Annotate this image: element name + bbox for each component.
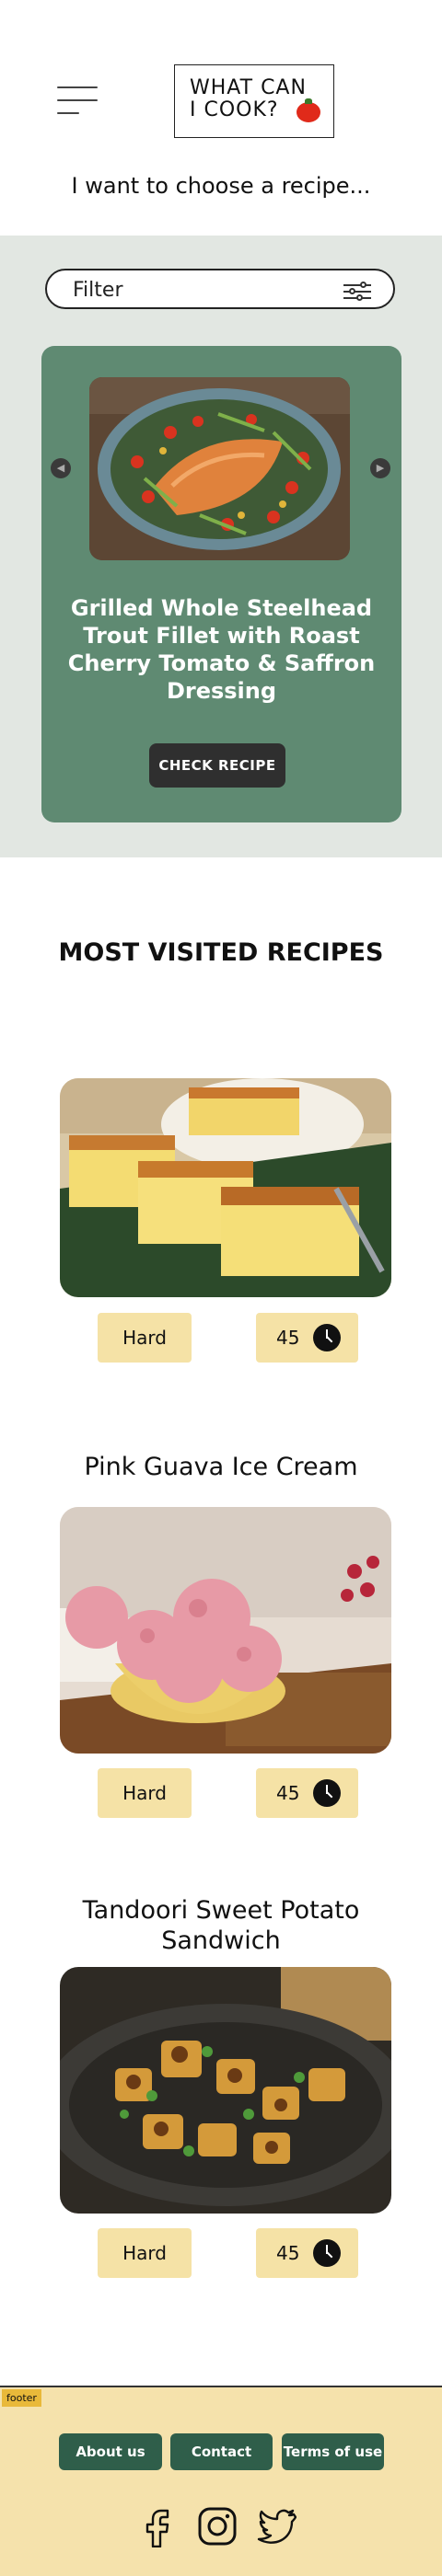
social-links	[0, 2505, 442, 2551]
recipe-title[interactable]: Tandoori Sweet Potato Sandwich	[37, 1895, 405, 1956]
featured-recipe-card: ◀ ▶ Grilled Whole Steelhead Trout Fillet…	[41, 346, 401, 822]
recipe-chooser-section: Filter ◀ ▶ Grilled Whole Steelhead Trout…	[0, 236, 442, 857]
logo-line-1: WHAT CAN	[190, 76, 307, 99]
terms-of-use-button[interactable]: Terms of use	[282, 2433, 384, 2470]
instagram-icon[interactable]	[197, 2505, 238, 2547]
time-value: 45	[276, 1782, 300, 1804]
about-us-button[interactable]: About us	[59, 2433, 162, 2470]
logo[interactable]: WHAT CAN I COOK?	[174, 64, 334, 138]
featured-recipe-image	[89, 377, 350, 560]
recipe-image[interactable]	[60, 1078, 391, 1297]
recipe-image[interactable]	[60, 1507, 391, 1754]
footer: footer About us Contact Terms of use	[0, 2386, 442, 2576]
clock-icon	[313, 2239, 341, 2267]
time-badge: 45	[256, 1313, 358, 1363]
filter-label: Filter	[73, 279, 123, 302]
hamburger-menu-icon[interactable]	[57, 86, 99, 116]
difficulty-badge: Hard	[98, 2228, 192, 2278]
recipe-title[interactable]: Pink Guava Ice Cream	[37, 1452, 405, 1482]
intro-heading: I want to choose a recipe...	[71, 173, 371, 199]
most-visited-heading: MOST VISITED RECIPES	[58, 938, 384, 967]
footer-tag: footer	[2, 2389, 41, 2407]
twitter-icon[interactable]	[256, 2505, 297, 2547]
chevron-right-icon[interactable]: ▶	[370, 458, 390, 478]
filter-input[interactable]: Filter	[45, 269, 395, 309]
header: WHAT CAN I COOK?	[0, 0, 442, 156]
featured-recipe-title: Grilled Whole Steelhead Trout Fillet wit…	[67, 595, 376, 704]
check-recipe-button[interactable]: CHECK RECIPE	[149, 743, 285, 788]
time-badge: 45	[256, 2228, 358, 2278]
clock-icon	[313, 1779, 341, 1807]
chevron-left-icon[interactable]: ◀	[51, 458, 71, 478]
difficulty-badge: Hard	[98, 1768, 192, 1818]
time-value: 45	[276, 1327, 300, 1349]
facebook-icon[interactable]	[138, 2505, 179, 2547]
contact-button[interactable]: Contact	[170, 2433, 273, 2470]
clock-icon	[313, 1324, 341, 1351]
time-value: 45	[276, 2242, 300, 2264]
sliders-icon[interactable]	[343, 282, 371, 301]
recipe-image[interactable]	[60, 1967, 391, 2214]
tomato-icon	[297, 98, 320, 122]
time-badge: 45	[256, 1768, 358, 1818]
difficulty-badge: Hard	[98, 1313, 192, 1363]
